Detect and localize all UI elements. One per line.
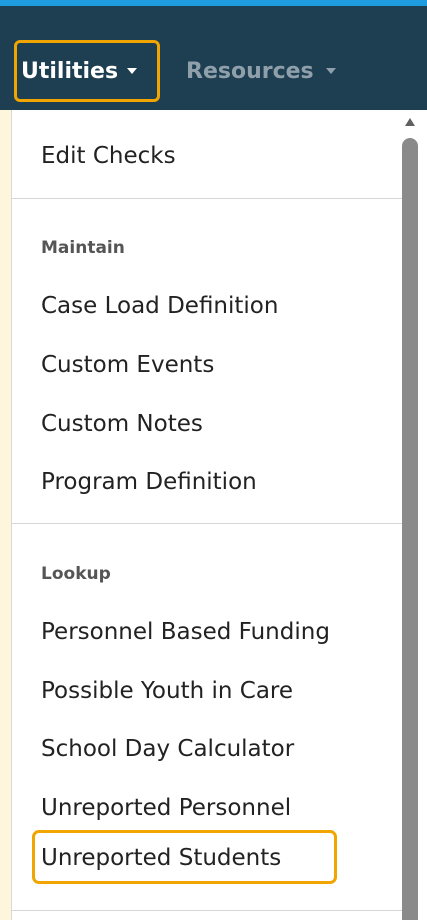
menu-item-unreported-students[interactable]: Unreported Students — [41, 843, 281, 873]
menu-divider — [12, 198, 402, 199]
menu-item-school-day-calculator[interactable]: School Day Calculator — [41, 734, 294, 764]
menu-divider — [12, 523, 402, 524]
scroll-up-arrow-icon[interactable] — [405, 118, 415, 126]
menu-item-personnel-based-funding[interactable]: Personnel Based Funding — [41, 617, 330, 647]
menu-item-case-load-definition[interactable]: Case Load Definition — [41, 291, 278, 321]
nav-utilities-label: Utilities — [21, 58, 119, 84]
menu-item-edit-checks[interactable]: Edit Checks — [41, 141, 176, 171]
navbar: Utilities Resources — [0, 6, 427, 110]
nav-resources-dropdown[interactable]: Resources — [186, 40, 336, 102]
menu-item-custom-events[interactable]: Custom Events — [41, 350, 214, 380]
nav-resources-label: Resources — [186, 58, 314, 84]
menu-divider — [12, 910, 402, 911]
caret-down-icon — [325, 68, 336, 74]
scrollbar-thumb[interactable] — [402, 138, 418, 920]
menu-header-maintain: Maintain — [41, 238, 125, 258]
menu-item-possible-youth-in-care[interactable]: Possible Youth in Care — [41, 676, 293, 706]
nav-utilities-dropdown[interactable]: Utilities — [14, 40, 160, 102]
menu-header-lookup: Lookup — [41, 564, 111, 584]
menu-item-custom-notes[interactable]: Custom Notes — [41, 409, 203, 439]
caret-down-icon — [127, 68, 138, 74]
menu-item-unreported-personnel[interactable]: Unreported Personnel — [41, 793, 291, 823]
menu-item-program-definition[interactable]: Program Definition — [41, 467, 257, 497]
utilities-dropdown-menu: Edit Checks Maintain Case Load Definitio… — [11, 110, 427, 920]
